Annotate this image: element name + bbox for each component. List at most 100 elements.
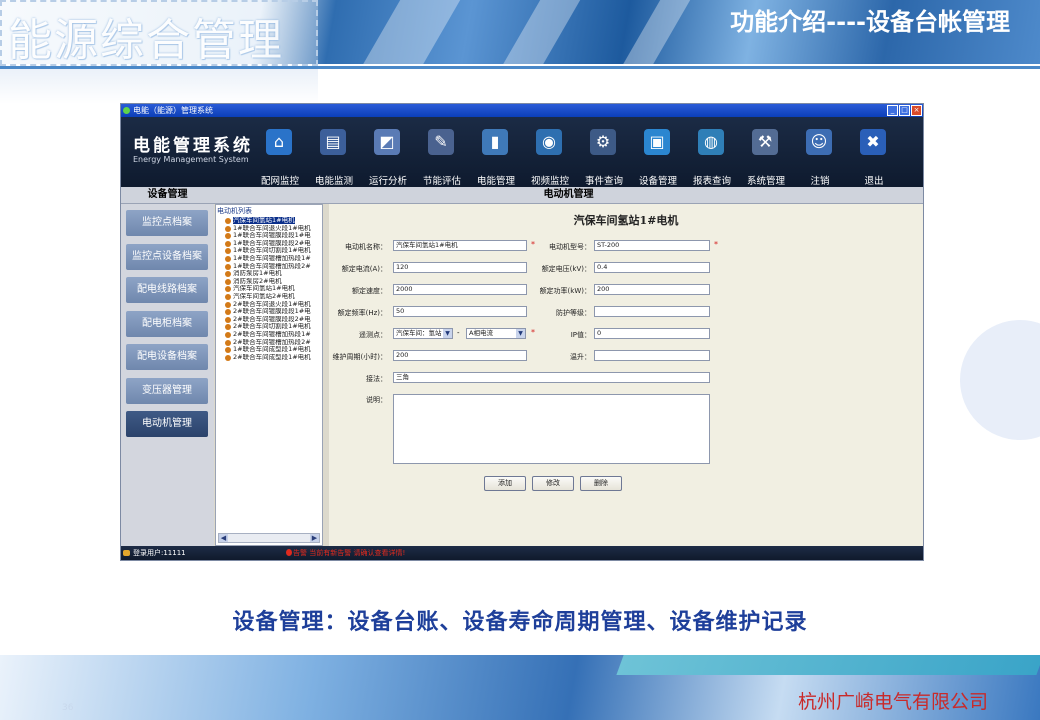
tree-item[interactable]: 汽保车间氢站2#电机	[218, 293, 320, 301]
minimize-button[interactable]: _	[887, 105, 898, 116]
tree-item[interactable]: 2#联合车间退火段1#电机	[218, 301, 320, 309]
motor-icon	[225, 301, 231, 308]
battery-icon: ▮	[482, 129, 508, 155]
chevron-down-icon[interactable]: ▼	[443, 329, 452, 338]
nav-item[interactable]: ◍ 报表查询	[685, 123, 739, 187]
sidebar-item[interactable]: 监控点设备档案	[126, 243, 208, 270]
tree-item[interactable]: 2#联合车间镀槽加热段2#	[218, 339, 320, 347]
monitor-point-select[interactable]: 汽保车间：氢站 ▼	[393, 328, 453, 339]
ip-value-field[interactable]: 0	[594, 328, 710, 339]
sidebar-item[interactable]: 变压器管理	[126, 377, 208, 404]
logo-subtitle: Energy Management System	[133, 155, 249, 164]
tree-item[interactable]: 2#联合车间切割段1#电机	[218, 323, 320, 331]
nav-item[interactable]: ◩ 运行分析	[361, 123, 415, 187]
nav-item-label: 事件查询	[584, 176, 623, 187]
app-body: 设备管理 电动机管理 监控点档案 监控点设备档案 配电线路档案 配电柜档案 配电设备档案…	[121, 187, 923, 546]
tree-item[interactable]: 2#联合车间镀槽加热段1#	[218, 331, 320, 339]
scroll-left-icon[interactable]: ◀	[219, 534, 228, 542]
nav-item[interactable]: ▣ 设备管理	[631, 123, 685, 187]
maintenance-cycle-field[interactable]: 200	[393, 350, 527, 361]
sidebar-item[interactable]: 监控点档案	[126, 210, 208, 236]
rated-frequency-field[interactable]: 50	[393, 306, 527, 317]
sidebar-item[interactable]: 配电设备档案	[126, 344, 208, 370]
form-title: 汽保车间氢站1#电机	[573, 214, 679, 227]
footer-accent	[616, 655, 1040, 675]
tree-item[interactable]: 消防泵房1#电机	[218, 270, 320, 278]
nav-item[interactable]: ✎ 节能评估	[415, 123, 469, 187]
rated-voltage-field[interactable]: 0.4	[594, 262, 710, 273]
rated-speed-field[interactable]: 2000	[393, 284, 527, 295]
nav-item[interactable]: ⚙ 事件查询	[577, 123, 631, 187]
scroll-right-icon[interactable]: ▶	[310, 534, 319, 542]
tree-item[interactable]: 1#联合车间切割段1#电机	[218, 247, 320, 255]
tree-item-label: 2#联合车间退火段1#电机	[233, 300, 311, 308]
tree-item-label: 2#联合车间镀槽加热段1#	[233, 330, 311, 338]
header-shard	[354, 0, 466, 64]
rated-power-field[interactable]: 200	[594, 284, 710, 295]
power-label: 额定功率(kW)：	[539, 287, 591, 295]
motor-name-field[interactable]: 汽保车间氢站1#电机	[393, 240, 527, 251]
nav-item[interactable]: ⌂ 配网监控	[253, 123, 307, 187]
motor-icon	[225, 263, 231, 270]
rated-current-field[interactable]: 120	[393, 262, 527, 273]
protection-level-field[interactable]	[594, 306, 710, 317]
add-button[interactable]: 添加	[484, 476, 526, 491]
nav-item[interactable]: ⚒ 系统管理	[739, 123, 793, 187]
tree-item[interactable]: 消防泵房2#电机	[218, 278, 320, 286]
tree-label: 电动机列表	[217, 207, 252, 215]
alarm-message[interactable]: 告警 当前有新告警 请确认查看详情!	[293, 546, 405, 560]
nav-item-label: 运行分析	[368, 176, 407, 187]
tree-item[interactable]: 汽保车间氢站1#电机	[218, 285, 320, 293]
monitor-point-label: 遥测点：	[359, 331, 387, 339]
tree-item[interactable]: 2#联合车间镀膜段段1#电	[218, 308, 320, 316]
tree-item-label: 汽保车间氢站1#电机	[233, 217, 295, 224]
tree-item[interactable]: 1#联合车间退火段1#电机	[218, 225, 320, 233]
temp-rise-field[interactable]	[594, 350, 710, 361]
nav-item-label: 视频监控	[530, 176, 569, 187]
protection-label: 防护等级：	[556, 309, 591, 317]
maximize-button[interactable]: □	[899, 105, 910, 116]
current-label: 额定电流(A)：	[341, 265, 387, 273]
tree-item[interactable]: 1#联合车间镀膜段段2#电	[218, 240, 320, 248]
tree-item[interactable]: 1#联合车间镀槽加热段1#	[218, 255, 320, 263]
nav-item[interactable]: ✖ 退出	[847, 123, 901, 187]
tree-item[interactable]: 1#联合车间成型段1#电机	[218, 346, 320, 354]
tree-scrollbar[interactable]: ◀ ▶	[218, 533, 320, 543]
temp-rise-label: 温升：	[570, 353, 591, 361]
motor-icon	[225, 225, 231, 232]
login-user: 登录用户:11111	[133, 549, 186, 557]
tree-item-label: 汽保车间氢站1#电机	[233, 285, 295, 293]
tree-item[interactable]: 1#联合车间镀膜段段1#电	[218, 232, 320, 240]
nav-item[interactable]: ☺ 注销	[793, 123, 847, 187]
sidebar-item[interactable]: 配电柜档案	[126, 310, 208, 337]
edit-button[interactable]: 修改	[532, 476, 574, 491]
sidebar-item[interactable]: 配电线路档案	[126, 277, 208, 303]
nav-item[interactable]: ▤ 电能监测	[307, 123, 361, 187]
window-titlebar[interactable]: 电能（能源）管理系统 _ □ ×	[121, 104, 923, 117]
main-nav: ⌂ 配网监控 ▤ 电能监测 ◩ 运行分析 ✎ 节能评估 ▮ 电能管理 ◉ 视频监控 ⚙ 事件查询 ▣ 设备管理…	[253, 123, 901, 187]
logo-title: 电能管理系统	[133, 136, 253, 156]
chevron-down-icon[interactable]: ▼	[516, 329, 525, 338]
main-title: 电动机管理	[214, 187, 923, 204]
note-textarea[interactable]	[393, 394, 710, 464]
tree-item[interactable]: 1#联合车间镀槽加热段2#	[218, 263, 320, 271]
motor-model-field[interactable]: ST-200	[594, 240, 710, 251]
tree-item[interactable]: 汽保车间氢站1#电机	[218, 217, 320, 225]
nav-item[interactable]: ▮ 电能管理	[469, 123, 523, 187]
delete-button[interactable]: 删除	[580, 476, 622, 491]
tree-item[interactable]: 2#联合车间成型段1#电机	[218, 354, 320, 362]
nav-item[interactable]: ◉ 视频监控	[523, 123, 577, 187]
wiring-field[interactable]: 三角	[393, 372, 710, 383]
motor-tree-panel: 电动机列表 汽保车间氢站1#电机 1#联合车间退火段1#电机 1#联合车间镀膜段段1…	[215, 204, 323, 546]
motor-icon	[225, 339, 231, 346]
nav-item-label: 退出	[864, 176, 884, 187]
sidebar-item[interactable]: 电动机管理	[126, 411, 208, 437]
tree-item-label: 1#联合车间成型段1#电机	[233, 346, 311, 354]
tree-item[interactable]: 2#联合车间镀膜段段2#电	[218, 316, 320, 324]
tree-item-label: 2#联合车间切割段1#电机	[233, 323, 311, 331]
slide-caption: 设备管理：设备台账、设备寿命周期管理、设备维护记录	[232, 610, 808, 635]
company-name: 杭州广崎电气有限公司	[797, 691, 988, 713]
close-button[interactable]: ×	[911, 105, 922, 116]
tree-item-label: 汽保车间氢站2#电机	[233, 292, 295, 300]
measure-select[interactable]: A相电流 ▼	[466, 328, 526, 339]
